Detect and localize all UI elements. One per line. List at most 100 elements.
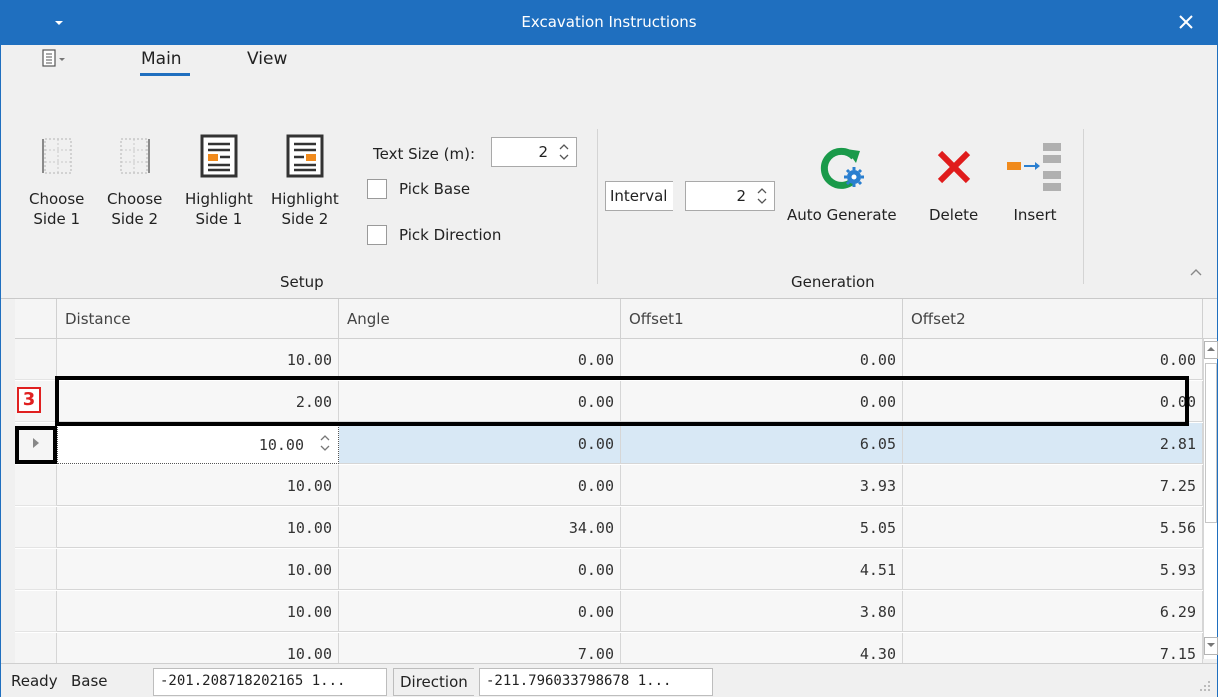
vertical-scrollbar[interactable] <box>1203 339 1218 659</box>
cell-offset2[interactable]: 0.00 <box>903 381 1203 422</box>
scroll-up-button[interactable] <box>1204 341 1218 359</box>
window-title: Excavation Instructions <box>521 13 697 31</box>
cell-offset1[interactable]: 3.93 <box>621 465 903 506</box>
highlight-side-1-label-line2: Side 1 <box>195 210 243 228</box>
auto-generate-button[interactable]: Auto Generate <box>787 143 897 225</box>
text-size-value: 2 <box>538 143 548 161</box>
pick-base-label: Pick Base <box>399 180 471 198</box>
annotation-badge: 3 <box>17 387 41 413</box>
base-label: Base <box>71 672 108 690</box>
row-indicator[interactable] <box>15 465 57 506</box>
direction-field[interactable]: -211.796033798678 1... <box>479 668 713 696</box>
pick-direction-label: Pick Direction <box>399 226 502 244</box>
resize-grip-icon[interactable] <box>1197 678 1211 692</box>
cell-distance[interactable]: 10.00 <box>57 465 339 506</box>
cell-offset1[interactable]: 0.00 <box>621 339 903 380</box>
insert-button[interactable]: Insert <box>1005 143 1065 225</box>
cell-angle[interactable]: 0.00 <box>339 381 621 422</box>
cell-distance[interactable]: 10.00 <box>57 549 339 590</box>
cell-offset2[interactable]: 5.93 <box>903 549 1203 590</box>
auto-generate-icon <box>820 147 864 189</box>
text-size-stepper[interactable]: 2 <box>491 137 577 167</box>
scroll-thumb[interactable] <box>1205 363 1217 523</box>
collapse-ribbon-icon[interactable] <box>1189 267 1203 277</box>
spin-arrows-icon[interactable] <box>558 141 570 163</box>
column-header-distance[interactable]: Distance <box>57 299 339 339</box>
interval-label: Interval <box>605 181 674 211</box>
row-indicator[interactable] <box>15 339 57 380</box>
tab-main[interactable]: Main <box>141 49 182 69</box>
pick-direction-checkbox[interactable] <box>367 225 387 245</box>
group-separator <box>597 129 598 284</box>
title-bar: Excavation Instructions <box>1 1 1217 45</box>
row-indicator-header <box>15 299 57 339</box>
current-row-arrow-icon <box>33 438 39 448</box>
cell-distance[interactable]: 10.00 <box>57 423 339 464</box>
cell-distance[interactable]: 10.00 <box>57 507 339 548</box>
cell-distance[interactable]: 2.00 <box>57 381 339 422</box>
tab-view[interactable]: View <box>247 49 287 69</box>
cell-offset1[interactable]: 6.05 <box>621 423 903 464</box>
group-separator <box>1083 129 1084 284</box>
excavation-window: Excavation Instructions Main View Choose… <box>0 0 1218 697</box>
highlight-side-icon <box>286 134 324 178</box>
cell-offset1[interactable]: 4.51 <box>621 549 903 590</box>
delete-icon <box>937 150 970 184</box>
choose-side-icon <box>41 138 72 174</box>
row-indicator[interactable] <box>15 591 57 632</box>
cell-offset1[interactable]: 3.80 <box>621 591 903 632</box>
choose-side-2-label-line1: Choose <box>107 190 163 208</box>
column-header-offset1[interactable]: Offset1 <box>621 299 903 339</box>
choose-side-1-button[interactable]: Choose Side 1 <box>29 133 84 229</box>
close-icon[interactable] <box>1175 11 1197 33</box>
cell-distance[interactable]: 10.00 <box>57 339 339 380</box>
cell-offset2[interactable]: 0.00 <box>903 339 1203 380</box>
pick-base-checkbox[interactable] <box>367 179 387 199</box>
generation-group-label: Generation <box>791 273 875 291</box>
choose-side-2-button[interactable]: Choose Side 2 <box>107 133 162 229</box>
column-header-angle[interactable]: Angle <box>339 299 621 339</box>
spin-arrows-icon[interactable] <box>756 185 768 207</box>
setup-group-label: Setup <box>280 273 324 291</box>
cell-angle[interactable]: 0.00 <box>339 339 621 380</box>
excavation-grid: Distance Angle Offset1 Offset2 10.00 0.00… <box>15 299 1218 674</box>
row-indicator[interactable] <box>15 507 57 548</box>
auto-generate-label: Auto Generate <box>787 206 897 224</box>
scroll-down-button[interactable] <box>1204 637 1218 655</box>
highlight-side-2-button[interactable]: Highlight Side 2 <box>271 133 339 229</box>
cell-offset2[interactable]: 6.29 <box>903 591 1203 632</box>
status-ready: Ready <box>11 672 58 690</box>
insert-label: Insert <box>1013 206 1057 224</box>
cell-distance[interactable]: 10.00 <box>57 591 339 632</box>
text-size-label: Text Size (m): <box>373 145 476 163</box>
cell-offset2[interactable]: 2.81 <box>903 423 1203 464</box>
cell-angle[interactable]: 34.00 <box>339 507 621 548</box>
cell-angle[interactable]: 0.00 <box>339 549 621 590</box>
cell-offset1[interactable]: 5.05 <box>621 507 903 548</box>
choose-side-2-label-line2: Side 2 <box>111 210 159 228</box>
cell-offset1[interactable]: 0.00 <box>621 381 903 422</box>
cell-angle[interactable]: 0.00 <box>339 591 621 632</box>
quick-access-menu-icon[interactable] <box>41 49 67 69</box>
row-indicator[interactable] <box>15 549 57 590</box>
cell-offset2[interactable]: 7.25 <box>903 465 1203 506</box>
interval-stepper[interactable]: 2 <box>685 181 775 211</box>
highlight-side-2-label-line2: Side 2 <box>281 210 329 228</box>
base-field[interactable]: -201.208718202165 1... <box>153 668 387 696</box>
highlight-side-1-label-line1: Highlight <box>185 190 253 208</box>
cell-spin-arrows-icon[interactable] <box>319 432 331 454</box>
header-filler <box>1203 299 1217 339</box>
highlight-side-2-label-line1: Highlight <box>271 190 339 208</box>
column-header-offset2[interactable]: Offset2 <box>903 299 1203 339</box>
cell-offset2[interactable]: 5.56 <box>903 507 1203 548</box>
direction-label: Direction <box>393 668 474 696</box>
row-indicator[interactable] <box>15 423 57 464</box>
cell-angle[interactable]: 0.00 <box>339 423 621 464</box>
delete-button[interactable]: Delete <box>929 143 978 225</box>
interval-value: 2 <box>736 187 746 205</box>
active-tab-indicator <box>140 73 190 76</box>
cell-angle[interactable]: 0.00 <box>339 465 621 506</box>
choose-side-1-label-line2: Side 1 <box>33 210 81 228</box>
highlight-side-1-button[interactable]: Highlight Side 1 <box>185 133 253 229</box>
scroll-down-icon <box>1207 643 1215 647</box>
